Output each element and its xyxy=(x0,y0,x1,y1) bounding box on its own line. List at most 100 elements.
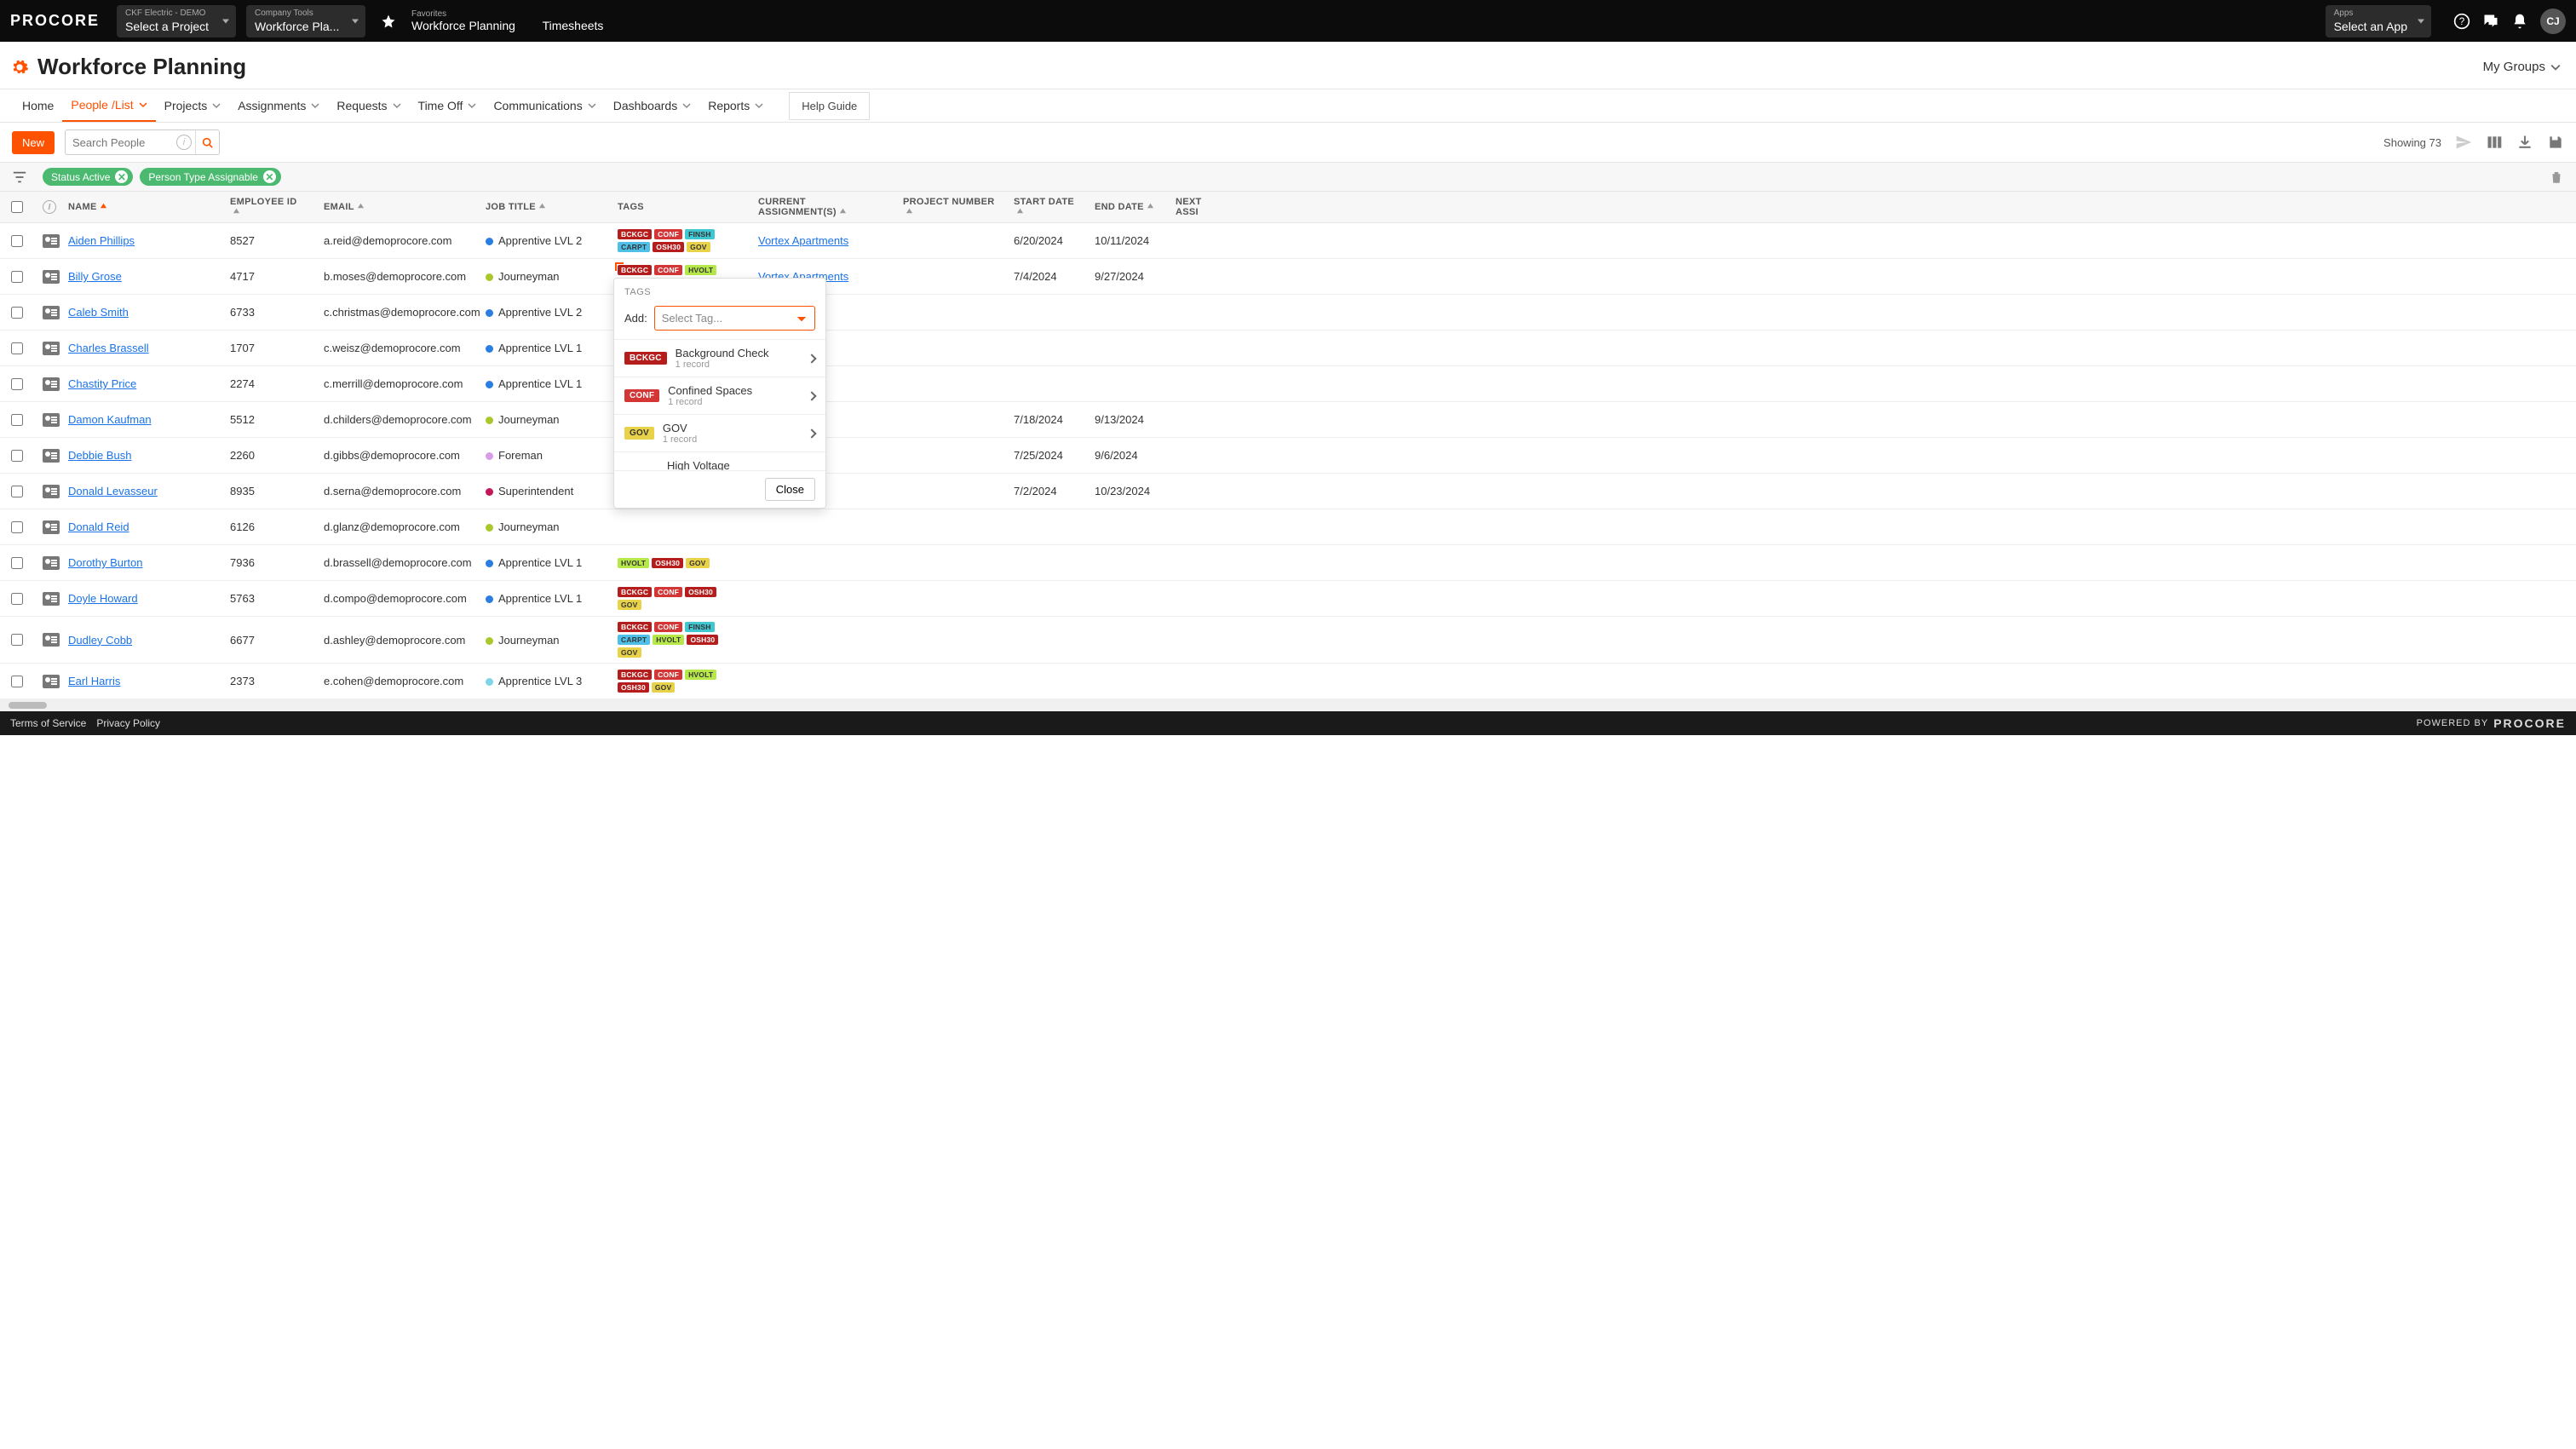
tab-reports[interactable]: Reports xyxy=(699,90,772,121)
row-checkbox[interactable] xyxy=(11,307,23,319)
help-guide-button[interactable]: Help Guide xyxy=(789,92,870,120)
person-name-link[interactable]: Charles Brassell xyxy=(68,342,149,354)
favorite-link-timesheets[interactable]: Timesheets xyxy=(543,19,604,32)
search-info-icon[interactable]: i xyxy=(176,135,192,150)
tags-cell[interactable]: BCKGCCONFFINSHCARPTHVOLTOSH30GOV xyxy=(618,622,741,658)
tags-cell[interactable]: BCKGCCONFFINSHCARPTOSH30GOV xyxy=(618,229,741,252)
column-job-title[interactable]: JOB TITLE xyxy=(477,202,609,212)
person-name-link[interactable]: Aiden Phillips xyxy=(68,234,135,247)
save-icon[interactable] xyxy=(2547,134,2564,151)
terms-link[interactable]: Terms of Service xyxy=(10,717,86,729)
assignment-link[interactable]: Vortex Apartments xyxy=(758,234,848,247)
privacy-link[interactable]: Privacy Policy xyxy=(96,717,160,729)
row-checkbox[interactable] xyxy=(11,414,23,426)
column-current-assignments[interactable]: CURRENT ASSIGNMENT(S) xyxy=(750,197,894,217)
send-icon[interactable] xyxy=(2455,134,2472,151)
person-name-link[interactable]: Doyle Howard xyxy=(68,592,138,605)
project-selector[interactable]: CKF Electric - DEMO Select a Project xyxy=(117,5,236,37)
search-input[interactable] xyxy=(66,131,176,154)
select-tag-dropdown[interactable]: Select Tag... xyxy=(654,306,815,331)
person-card-icon[interactable] xyxy=(43,270,60,284)
favorite-link-workforce[interactable]: Workforce Planning xyxy=(411,19,515,32)
row-checkbox[interactable] xyxy=(11,378,23,390)
chat-icon[interactable] xyxy=(2482,13,2499,30)
person-card-icon[interactable] xyxy=(43,520,60,534)
person-card-icon[interactable] xyxy=(43,449,60,463)
popover-tag-item[interactable]: CONF Confined Spaces 1 record xyxy=(614,377,825,414)
person-name-link[interactable]: Billy Grose xyxy=(68,270,122,283)
row-checkbox[interactable] xyxy=(11,557,23,569)
row-checkbox[interactable] xyxy=(11,634,23,646)
tab-timeoff[interactable]: Time Off xyxy=(410,90,486,121)
company-tools-selector[interactable]: Company Tools Workforce Pla... xyxy=(246,5,365,37)
my-groups-dropdown[interactable]: My Groups xyxy=(2483,60,2561,74)
favorites-star-icon[interactable] xyxy=(381,14,396,29)
tab-assignments[interactable]: Assignments xyxy=(229,90,328,121)
person-card-icon[interactable] xyxy=(43,234,60,248)
tags-cell[interactable]: BCKGCCONFHVOLTOSH30GOV xyxy=(618,670,741,693)
row-checkbox[interactable] xyxy=(11,342,23,354)
person-card-icon[interactable] xyxy=(43,377,60,391)
popover-tag-item[interactable]: GOV GOV 1 record xyxy=(614,414,825,451)
notifications-icon[interactable] xyxy=(2511,13,2528,30)
remove-filter-icon[interactable]: ✕ xyxy=(115,170,128,183)
tags-cell[interactable]: BCKGCCONFOSH30GOV xyxy=(618,587,741,610)
person-name-link[interactable]: Damon Kaufman xyxy=(68,413,152,426)
popover-tag-item[interactable]: High Voltage xyxy=(614,451,825,470)
person-card-icon[interactable] xyxy=(43,306,60,319)
clear-filters-icon[interactable] xyxy=(2549,170,2564,185)
person-name-link[interactable]: Caleb Smith xyxy=(68,306,129,319)
remove-filter-icon[interactable]: ✕ xyxy=(263,170,276,183)
person-name-link[interactable]: Dudley Cobb xyxy=(68,634,132,647)
info-icon[interactable]: i xyxy=(43,200,56,214)
column-name[interactable]: NAME xyxy=(60,202,221,212)
filter-chip-person-type[interactable]: Person Type Assignable ✕ xyxy=(140,168,281,186)
column-email[interactable]: EMAIL xyxy=(315,202,477,212)
search-button[interactable] xyxy=(195,130,219,154)
tab-projects[interactable]: Projects xyxy=(156,90,230,121)
person-card-icon[interactable] xyxy=(43,592,60,606)
row-checkbox[interactable] xyxy=(11,676,23,687)
person-name-link[interactable]: Debbie Bush xyxy=(68,449,131,462)
tab-dashboards[interactable]: Dashboards xyxy=(605,90,700,121)
horizontal-scrollbar[interactable] xyxy=(0,699,2576,711)
person-card-icon[interactable] xyxy=(43,485,60,498)
row-checkbox[interactable] xyxy=(11,235,23,247)
select-all-checkbox[interactable] xyxy=(11,201,23,213)
download-icon[interactable] xyxy=(2516,134,2533,151)
tab-people[interactable]: People /List xyxy=(62,89,155,122)
person-name-link[interactable]: Dorothy Burton xyxy=(68,556,142,569)
column-tags[interactable]: TAGS xyxy=(609,202,750,212)
person-card-icon[interactable] xyxy=(43,413,60,427)
column-employee-id[interactable]: EMPLOYEE ID xyxy=(221,197,315,217)
tab-requests[interactable]: Requests xyxy=(328,90,409,121)
row-checkbox[interactable] xyxy=(11,486,23,497)
tab-communications[interactable]: Communications xyxy=(485,90,604,121)
person-card-icon[interactable] xyxy=(43,556,60,570)
column-project-number[interactable]: PROJECT NUMBER xyxy=(894,197,1005,217)
person-name-link[interactable]: Chastity Price xyxy=(68,377,136,390)
tab-home[interactable]: Home xyxy=(14,90,62,121)
column-end-date[interactable]: END DATE xyxy=(1086,202,1167,212)
apps-selector[interactable]: Apps Select an App xyxy=(2326,5,2431,37)
row-checkbox[interactable] xyxy=(11,593,23,605)
row-checkbox[interactable] xyxy=(11,450,23,462)
person-name-link[interactable]: Donald Reid xyxy=(68,520,129,533)
popover-tag-item[interactable]: BCKGC Background Check 1 record xyxy=(614,339,825,377)
person-name-link[interactable]: Earl Harris xyxy=(68,675,120,687)
row-checkbox[interactable] xyxy=(11,271,23,283)
person-card-icon[interactable] xyxy=(43,633,60,647)
help-icon[interactable]: ? xyxy=(2453,13,2470,30)
column-next-assignment[interactable]: NEXT ASSI xyxy=(1167,197,1227,217)
new-button[interactable]: New xyxy=(12,131,55,154)
person-name-link[interactable]: Donald Levasseur xyxy=(68,485,158,497)
user-avatar[interactable]: CJ xyxy=(2540,9,2566,34)
person-card-icon[interactable] xyxy=(43,342,60,355)
person-card-icon[interactable] xyxy=(43,675,60,688)
scrollbar-thumb[interactable] xyxy=(9,702,47,709)
close-popover-button[interactable]: Close xyxy=(765,478,815,501)
columns-icon[interactable] xyxy=(2486,134,2503,151)
row-checkbox[interactable] xyxy=(11,521,23,533)
column-start-date[interactable]: START DATE xyxy=(1005,197,1086,217)
tags-cell[interactable]: HVOLTOSH30GOV xyxy=(618,558,741,568)
